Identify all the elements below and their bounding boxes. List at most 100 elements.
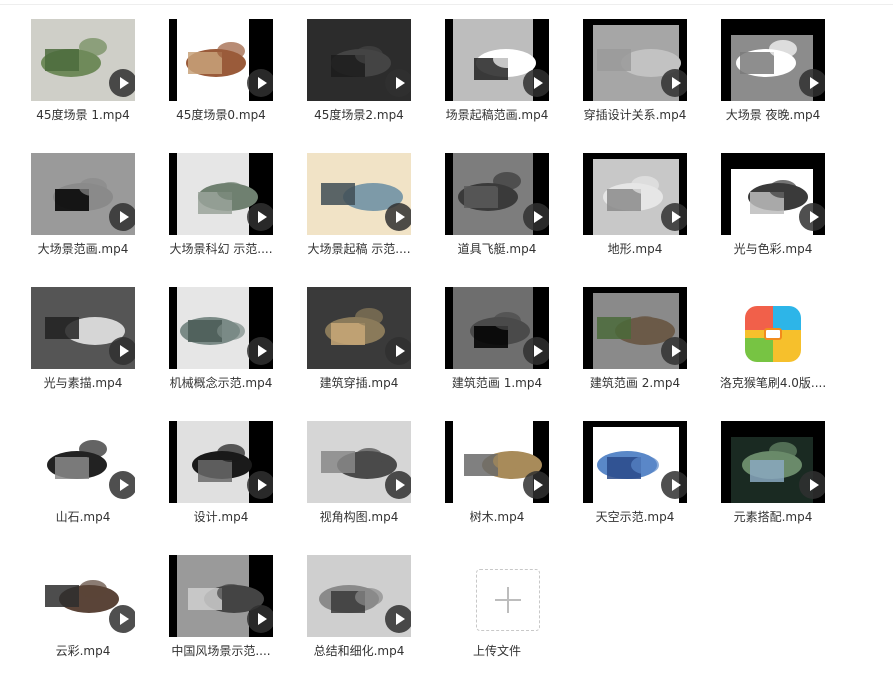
video-thumbnail[interactable] <box>721 421 825 503</box>
play-icon[interactable] <box>799 471 825 499</box>
file-item-video[interactable]: 45度场景2.mp4 <box>276 5 414 139</box>
video-thumbnail[interactable] <box>583 287 687 369</box>
video-thumbnail[interactable] <box>307 19 411 101</box>
play-icon[interactable] <box>247 337 273 365</box>
play-icon[interactable] <box>247 203 273 231</box>
play-icon[interactable] <box>661 69 687 97</box>
file-item-app[interactable]: 洛克猴笔刷4.0版.... <box>690 273 828 407</box>
app-icon-chip <box>764 328 782 340</box>
video-thumbnail[interactable] <box>307 555 411 637</box>
file-item-video[interactable]: 视角构图.mp4 <box>276 407 414 541</box>
play-icon[interactable] <box>661 203 687 231</box>
play-triangle-icon <box>258 211 267 223</box>
play-icon[interactable] <box>799 69 825 97</box>
file-item-video[interactable]: 山石.mp4 <box>0 407 138 541</box>
video-thumbnail[interactable] <box>169 19 273 101</box>
video-thumbnail[interactable] <box>31 421 135 503</box>
upload-box[interactable] <box>476 569 540 631</box>
video-thumbnail[interactable] <box>583 19 687 101</box>
thumbnail-shape <box>188 588 222 610</box>
play-icon[interactable] <box>109 69 135 97</box>
upload-file-button[interactable]: 上传文件 <box>414 541 552 675</box>
video-thumbnail[interactable] <box>583 421 687 503</box>
play-triangle-icon <box>396 613 405 625</box>
play-icon[interactable] <box>523 69 549 97</box>
video-thumbnail[interactable] <box>31 555 135 637</box>
play-triangle-icon <box>672 479 681 491</box>
video-thumbnail[interactable] <box>307 421 411 503</box>
file-item-video[interactable]: 中国风场景示范.... <box>138 541 276 675</box>
video-thumbnail[interactable] <box>721 153 825 235</box>
video-thumbnail[interactable] <box>31 287 135 369</box>
video-thumbnail[interactable] <box>721 19 825 101</box>
video-thumbnail[interactable] <box>445 421 549 503</box>
thumbnail-shape <box>631 316 659 334</box>
file-item-video[interactable]: 光与素描.mp4 <box>0 273 138 407</box>
file-name: 云彩.mp4 <box>55 644 111 658</box>
file-item-video[interactable]: 云彩.mp4 <box>0 541 138 675</box>
file-item-video[interactable]: 总结和细化.mp4 <box>276 541 414 675</box>
file-item-video[interactable]: 天空示范.mp4 <box>552 407 690 541</box>
file-item-video[interactable]: 大场景范画.mp4 <box>0 139 138 273</box>
play-icon[interactable] <box>247 471 273 499</box>
file-name: 建筑范画 1.mp4 <box>451 376 543 390</box>
play-icon[interactable] <box>385 203 411 231</box>
file-item-video[interactable]: 大场景科幻 示范.... <box>138 139 276 273</box>
thumbnail-shape <box>769 40 797 58</box>
file-item-video[interactable]: 场景起稿范画.mp4 <box>414 5 552 139</box>
file-item-video[interactable]: 45度场景0.mp4 <box>138 5 276 139</box>
play-icon[interactable] <box>523 203 549 231</box>
video-thumbnail[interactable] <box>445 153 549 235</box>
file-item-video[interactable]: 45度场景 1.mp4 <box>0 5 138 139</box>
file-name: 视角构图.mp4 <box>319 510 399 524</box>
play-icon[interactable] <box>661 471 687 499</box>
play-triangle-icon <box>396 211 405 223</box>
video-thumbnail[interactable] <box>445 19 549 101</box>
play-icon[interactable] <box>247 69 273 97</box>
file-name: 机械概念示范.mp4 <box>169 376 273 390</box>
file-name: 上传文件 <box>472 644 521 658</box>
video-thumbnail[interactable] <box>31 19 135 101</box>
file-name: 45度场景0.mp4 <box>176 108 266 122</box>
file-item-video[interactable]: 穿插设计关系.mp4 <box>552 5 690 139</box>
file-item-video[interactable]: 建筑范画 1.mp4 <box>414 273 552 407</box>
play-icon[interactable] <box>523 471 549 499</box>
video-thumbnail[interactable] <box>307 153 411 235</box>
file-item-video[interactable]: 设计.mp4 <box>138 407 276 541</box>
thumbnail-shape <box>750 460 784 482</box>
file-item-video[interactable]: 大场景 夜晚.mp4 <box>690 5 828 139</box>
file-item-video[interactable]: 光与色彩.mp4 <box>690 139 828 273</box>
video-thumbnail[interactable] <box>307 287 411 369</box>
play-icon[interactable] <box>109 605 135 633</box>
video-thumbnail[interactable] <box>169 555 273 637</box>
video-thumbnail[interactable] <box>169 153 273 235</box>
play-icon[interactable] <box>385 337 411 365</box>
play-icon[interactable] <box>385 69 411 97</box>
file-item-video[interactable]: 大场景起稿 示范.... <box>276 139 414 273</box>
file-item-video[interactable]: 建筑穿插.mp4 <box>276 273 414 407</box>
video-thumbnail[interactable] <box>583 153 687 235</box>
play-icon[interactable] <box>385 605 411 633</box>
file-name: 设计.mp4 <box>193 510 249 524</box>
video-thumbnail[interactable] <box>445 287 549 369</box>
play-icon[interactable] <box>109 337 135 365</box>
play-icon[interactable] <box>109 471 135 499</box>
video-thumbnail[interactable] <box>169 421 273 503</box>
video-thumbnail[interactable] <box>31 153 135 235</box>
thumbnail-shape <box>597 49 631 71</box>
play-icon[interactable] <box>523 337 549 365</box>
play-icon[interactable] <box>385 471 411 499</box>
play-icon[interactable] <box>799 203 825 231</box>
play-icon[interactable] <box>247 605 273 633</box>
play-icon[interactable] <box>661 337 687 365</box>
file-item-video[interactable]: 道具飞艇.mp4 <box>414 139 552 273</box>
file-item-video[interactable]: 树木.mp4 <box>414 407 552 541</box>
play-icon[interactable] <box>109 203 135 231</box>
file-item-video[interactable]: 机械概念示范.mp4 <box>138 273 276 407</box>
file-item-video[interactable]: 建筑范画 2.mp4 <box>552 273 690 407</box>
video-thumbnail[interactable] <box>169 287 273 369</box>
file-item-video[interactable]: 地形.mp4 <box>552 139 690 273</box>
app-icon[interactable] <box>745 306 801 362</box>
play-triangle-icon <box>396 479 405 491</box>
file-item-video[interactable]: 元素搭配.mp4 <box>690 407 828 541</box>
